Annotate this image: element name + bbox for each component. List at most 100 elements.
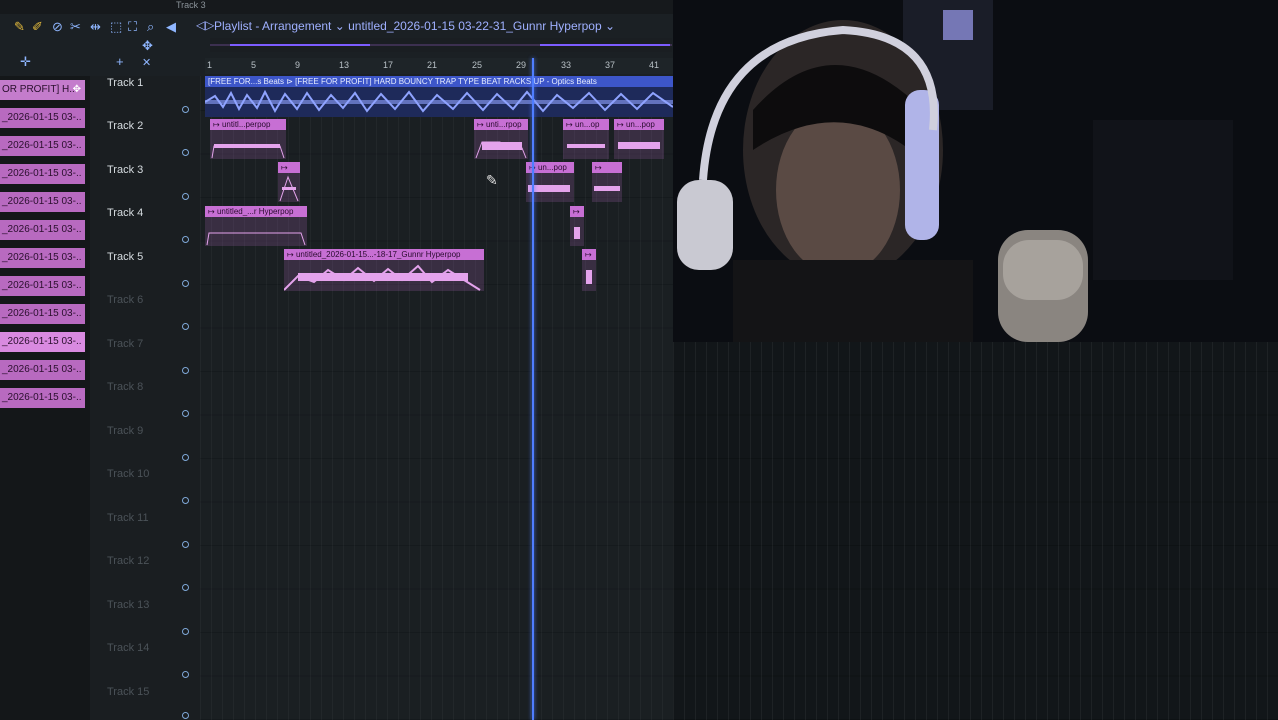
audio-clip-track1[interactable]: [FREE FOR...s Beats ⊳ [FREE FOR PROFIT] … xyxy=(204,76,674,117)
waveform xyxy=(284,264,481,291)
pattern-picker: OR PROFIT] H.. ✥ _2026-01-15 03-.. _2026-… xyxy=(0,76,90,720)
mute-icon[interactable]: ✂ xyxy=(70,19,81,35)
slice-icon[interactable]: ⇹ xyxy=(90,19,101,35)
overview-segment xyxy=(540,44,670,46)
clip-label: ↦ untitl...perpop xyxy=(213,120,271,129)
track-label[interactable]: Track 1 xyxy=(107,77,143,89)
track-label[interactable]: Track 4 xyxy=(107,207,143,219)
audio-clip[interactable]: ↦ xyxy=(582,249,596,291)
overview-scroller[interactable] xyxy=(210,38,672,52)
audio-clip[interactable]: ↦ untitled_2026-01-15...-18-17_Gunnr Hyp… xyxy=(284,249,484,291)
audio-clip[interactable]: ↦ untitl...perpop xyxy=(210,119,286,159)
top-strip: Track 3 xyxy=(0,0,673,14)
track-enable-dot[interactable] xyxy=(182,712,189,719)
clip-label: ↦ xyxy=(595,163,602,172)
picker-item[interactable]: _2026-01-15 03-.. xyxy=(0,388,85,408)
zoom-region-icon[interactable]: ⛶ xyxy=(128,19,137,35)
picker-item[interactable]: _2026-01-15 03-.. xyxy=(0,192,85,212)
clip-label: ↦ unti...rpop xyxy=(477,120,522,129)
audio-clip[interactable]: ↦ xyxy=(278,162,300,202)
waveform xyxy=(211,144,285,159)
ruler-tick: 25 xyxy=(472,60,483,70)
playlist-title: Playlist - Arrangement ⌄ untitled_2026-0… xyxy=(214,19,616,33)
clip-label: ↦ un...op xyxy=(566,120,600,129)
track-enable-dot[interactable] xyxy=(182,149,189,156)
picker-item[interactable]: _2026-01-15 03-.. xyxy=(0,164,85,184)
picker-item[interactable]: _2026-01-15 03-.. xyxy=(0,332,85,352)
ruler-tick: 33 xyxy=(561,60,572,70)
track-label[interactable]: Track 12 xyxy=(107,555,149,567)
overview-segment xyxy=(230,44,370,46)
track-enable-dot[interactable] xyxy=(182,106,189,113)
clip-label: ↦ untitled_...r Hyperpop xyxy=(208,207,294,216)
track-headers: Track 1 Track 2 Track 3 Track 4 Track 5 … xyxy=(90,76,200,720)
audio-clip[interactable]: ↦ unti...rpop xyxy=(474,119,528,159)
track-enable-dot[interactable] xyxy=(182,541,189,548)
picker-item[interactable]: _2026-01-15 03-.. xyxy=(0,248,85,268)
paint-icon[interactable]: ✐ xyxy=(32,19,43,35)
track-label[interactable]: Track 11 xyxy=(107,512,149,524)
audio-clip[interactable]: ↦ xyxy=(592,162,622,202)
track-label[interactable]: Track 15 xyxy=(107,686,149,698)
picker-item[interactable]: _2026-01-15 03-.. xyxy=(0,304,85,324)
waveform xyxy=(204,89,674,114)
audio-clip[interactable]: ↦ un...pop xyxy=(614,119,664,159)
snap-icon[interactable]: ✛ xyxy=(20,54,31,70)
track-label[interactable]: Track 13 xyxy=(107,599,149,611)
track-label[interactable]: Track 2 xyxy=(107,120,143,132)
track-label[interactable]: Track 10 xyxy=(107,468,149,480)
picker-item[interactable]: OR PROFIT] H.. ✥ xyxy=(0,80,85,100)
clip-label: [FREE FOR...s Beats ⊳ [FREE FOR PROFIT] … xyxy=(208,77,597,86)
track-enable-dot[interactable] xyxy=(182,410,189,417)
picker-item[interactable]: _2026-01-15 03-.. xyxy=(0,108,85,128)
pencil-icon[interactable]: ✎ xyxy=(14,19,25,35)
audio-clip[interactable]: ↦ untitled_...r Hyperpop xyxy=(205,206,307,246)
track-label[interactable]: Track 6 xyxy=(107,294,143,306)
select-icon[interactable]: ⬚ xyxy=(110,19,122,35)
track-enable-dot[interactable] xyxy=(182,497,189,504)
close-icon[interactable]: ✕ xyxy=(142,56,151,69)
move-icon: ✥ xyxy=(72,84,81,95)
clip-label: ↦ xyxy=(281,163,288,172)
track-label[interactable]: Track 3 xyxy=(107,164,143,176)
picker-item[interactable]: _2026-01-15 03-.. xyxy=(0,276,85,296)
webcam-image xyxy=(673,0,1278,342)
track-label[interactable]: Track 5 xyxy=(107,251,143,263)
playback-icon[interactable]: ◀ xyxy=(166,19,176,35)
ruler-tick: 1 xyxy=(207,60,213,70)
track-label[interactable]: Track 14 xyxy=(107,642,149,654)
delete-icon[interactable]: ⊘ xyxy=(52,19,63,35)
track-enable-dot[interactable] xyxy=(182,584,189,591)
track-enable-dot[interactable] xyxy=(182,628,189,635)
webcam-feed xyxy=(673,0,1278,342)
zoom-icon[interactable]: ⌕ xyxy=(147,19,154,35)
clip-label: ↦ xyxy=(573,207,580,216)
ruler-tick: 29 xyxy=(516,60,527,70)
track-enable-dot[interactable] xyxy=(182,454,189,461)
track-label[interactable]: Track 8 xyxy=(107,381,143,393)
picker-item[interactable]: _2026-01-15 03-.. xyxy=(0,360,85,380)
clip-label: ↦ un...pop xyxy=(617,120,655,129)
track-enable-dot[interactable] xyxy=(182,193,189,200)
picker-item[interactable]: _2026-01-15 03-.. xyxy=(0,136,85,156)
track-enable-dot[interactable] xyxy=(182,280,189,287)
track-enable-dot[interactable] xyxy=(182,671,189,678)
waveform xyxy=(594,186,620,191)
move-icon[interactable]: ✥ xyxy=(142,38,153,54)
track-label[interactable]: Track 7 xyxy=(107,338,143,350)
audio-clip[interactable]: ↦ xyxy=(570,206,584,246)
pencil-cursor-icon: ✎ xyxy=(486,172,498,188)
track-label[interactable]: Track 9 xyxy=(107,425,143,437)
waveform xyxy=(618,142,660,149)
arrow-icon[interactable]: ◁▷ xyxy=(196,18,214,32)
timeline-ruler[interactable]: 1 5 9 13 17 21 25 29 33 37 41 xyxy=(205,58,673,74)
audio-clip[interactable]: ↦ un...op xyxy=(563,119,609,159)
add-track-icon[interactable]: + xyxy=(116,54,124,69)
playhead[interactable] xyxy=(532,58,534,720)
track-enable-dot[interactable] xyxy=(182,236,189,243)
track-enable-dot[interactable] xyxy=(182,323,189,330)
track-enable-dot[interactable] xyxy=(182,367,189,374)
picker-item[interactable]: _2026-01-15 03-.. xyxy=(0,220,85,240)
clip-label: ↦ untitled_2026-01-15...-18-17_Gunnr Hyp… xyxy=(287,250,461,259)
ruler-tick: 21 xyxy=(427,60,438,70)
